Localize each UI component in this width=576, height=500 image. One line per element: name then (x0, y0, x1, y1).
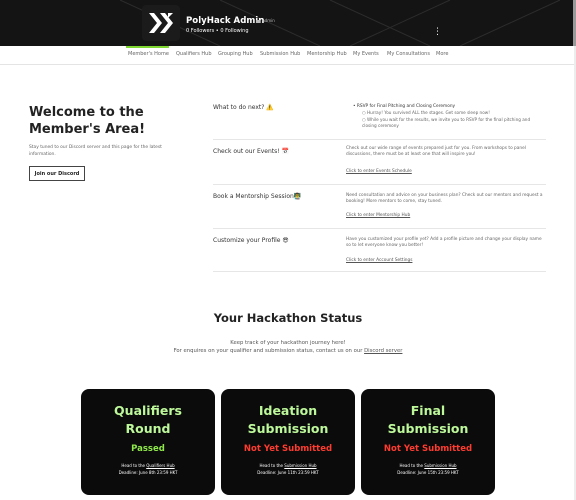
badge-icon (256, 19, 260, 23)
hackathon-status-line2: For enquires on your qualifier and submi… (0, 348, 576, 354)
mentorship-text: Need consultation and advice on your bus… (346, 193, 543, 205)
rsvp-sub-2-text: While you wait for the results, we invit… (362, 117, 531, 128)
events-schedule-link[interactable]: Click to enter Events Schedule (346, 169, 412, 174)
admin-badge: Admin (256, 18, 275, 23)
card-head-to: Head to the Submission Hub (221, 463, 355, 468)
nav-members-home[interactable]: Member's Home (128, 51, 169, 57)
row-divider (213, 228, 546, 229)
card-deadline: Deadline: June 11th 23:59 HKT (257, 470, 319, 475)
card-title-line2: Submission (387, 421, 469, 436)
nav-mentorship-hub[interactable]: Mentorship Hub (307, 51, 347, 57)
card-head-to: Head to the Submission Hub (361, 463, 495, 468)
profile-text: Have you customized your profile yet? Ad… (346, 237, 542, 249)
card-status: Not Yet Submitted (243, 444, 333, 454)
welcome-title: Welcome to the Member's Area! (29, 105, 146, 137)
card-title: Final Submission (361, 402, 495, 438)
card-head-to: Head to the Qualifiers Hub (81, 463, 215, 468)
card-title: Ideation Submission (221, 402, 355, 438)
welcome-subtitle: Stay tuned to our Discord server and thi… (29, 145, 162, 157)
card-deadline: Deadline: June 15th 23:59 HKT (397, 470, 459, 475)
admin-badge-label: Admin (262, 18, 275, 23)
rsvp-sub-2: ○ While you wait for the results, we inv… (362, 117, 531, 128)
card-title-line2: Submission (247, 421, 329, 436)
card-head-prefix: Head to the (121, 463, 147, 468)
hackathon-status-line1: Keep track of your hackathon journey her… (230, 340, 346, 346)
rsvp-bullet-text: RSVP for Final Pitching and Closing Cere… (356, 104, 456, 109)
mentorship-hub-link[interactable]: Click to enter Mentorship Hub (346, 213, 410, 218)
header-decoration (119, 0, 561, 46)
rsvp-sub-1-text: Hurray! You survived ALL the stages. Get… (367, 110, 490, 115)
hackathon-status-line2-text: For enquires on your qualifier and submi… (173, 348, 365, 354)
row-divider (213, 139, 546, 140)
submission-hub-link[interactable]: Submission Hub (284, 463, 316, 468)
what-next-title: What to do next? ⚠️ (213, 104, 274, 111)
nav-submission-hub[interactable]: Submission Hub (260, 51, 300, 57)
more-options-icon[interactable]: ⋮ (433, 28, 442, 37)
card-deadline: Deadline: June 8th 23:59 HKT (118, 470, 178, 475)
qualifiers-card: Qualifiers Round Passed Head to the Quali… (81, 389, 215, 495)
ideation-card: Ideation Submission Not Yet Submitted Hea… (221, 389, 355, 495)
events-title: Check out our Events! 📅 (213, 148, 290, 155)
card-title: Qualifiers Round (81, 402, 215, 438)
submission-hub-link[interactable]: Submission Hub (424, 463, 456, 468)
nav-qualifiers-hub[interactable]: Qualifiers Hub (176, 51, 212, 57)
nav-my-consultations[interactable]: My Consultations (387, 51, 430, 57)
polyhack-logo (142, 5, 180, 41)
rsvp-bullet: • RSVP for Final Pitching and Closing Ce… (353, 104, 456, 109)
hackathon-status-title: Your Hackathon Status (213, 311, 363, 325)
nav-more[interactable]: More (436, 51, 448, 57)
account-settings-link[interactable]: Click to enter Account Settings (346, 258, 412, 263)
follow-counts[interactable]: 0 Followers • 0 Following (186, 28, 249, 34)
card-status: Not Yet Submitted (383, 444, 473, 454)
qualifiers-hub-link[interactable]: Qualifiers Hub (146, 463, 174, 468)
card-title-line2: Round (125, 421, 171, 436)
events-text: Check out our wide range of events prepa… (346, 146, 526, 158)
nav-my-events[interactable]: My Events (353, 51, 379, 57)
join-discord-button[interactable]: Join our Discord (29, 166, 85, 181)
discord-server-link[interactable]: Discord server (364, 348, 402, 354)
card-status: Passed (131, 444, 165, 454)
row-divider (213, 184, 546, 185)
card-title-line1: Ideation (258, 403, 318, 418)
profile-title: Customize your Profile 😎 (213, 237, 289, 244)
card-title-line1: Qualifiers (114, 403, 182, 418)
card-head-prefix: Head to the (259, 463, 285, 468)
rsvp-sub-1: ○ Hurray! You survived ALL the stages. G… (362, 110, 490, 115)
final-card: Final Submission Not Yet Submitted Head t… (361, 389, 495, 495)
row-divider (213, 271, 546, 272)
nav-active-indicator (126, 46, 169, 48)
mentorship-title: Book a Mentorship Session👨‍🏫 (213, 193, 302, 200)
profile-name: PolyHack Admin (186, 16, 265, 26)
members-nav: Member's Home Qualifiers Hub Grouping Hu… (0, 46, 576, 65)
nav-grouping-hub[interactable]: Grouping Hub (218, 51, 253, 57)
card-head-prefix: Head to the (399, 463, 425, 468)
profile-header: PolyHack Admin Admin 0 Followers • 0 Fol… (0, 0, 576, 46)
card-title-line1: Final (410, 403, 446, 418)
